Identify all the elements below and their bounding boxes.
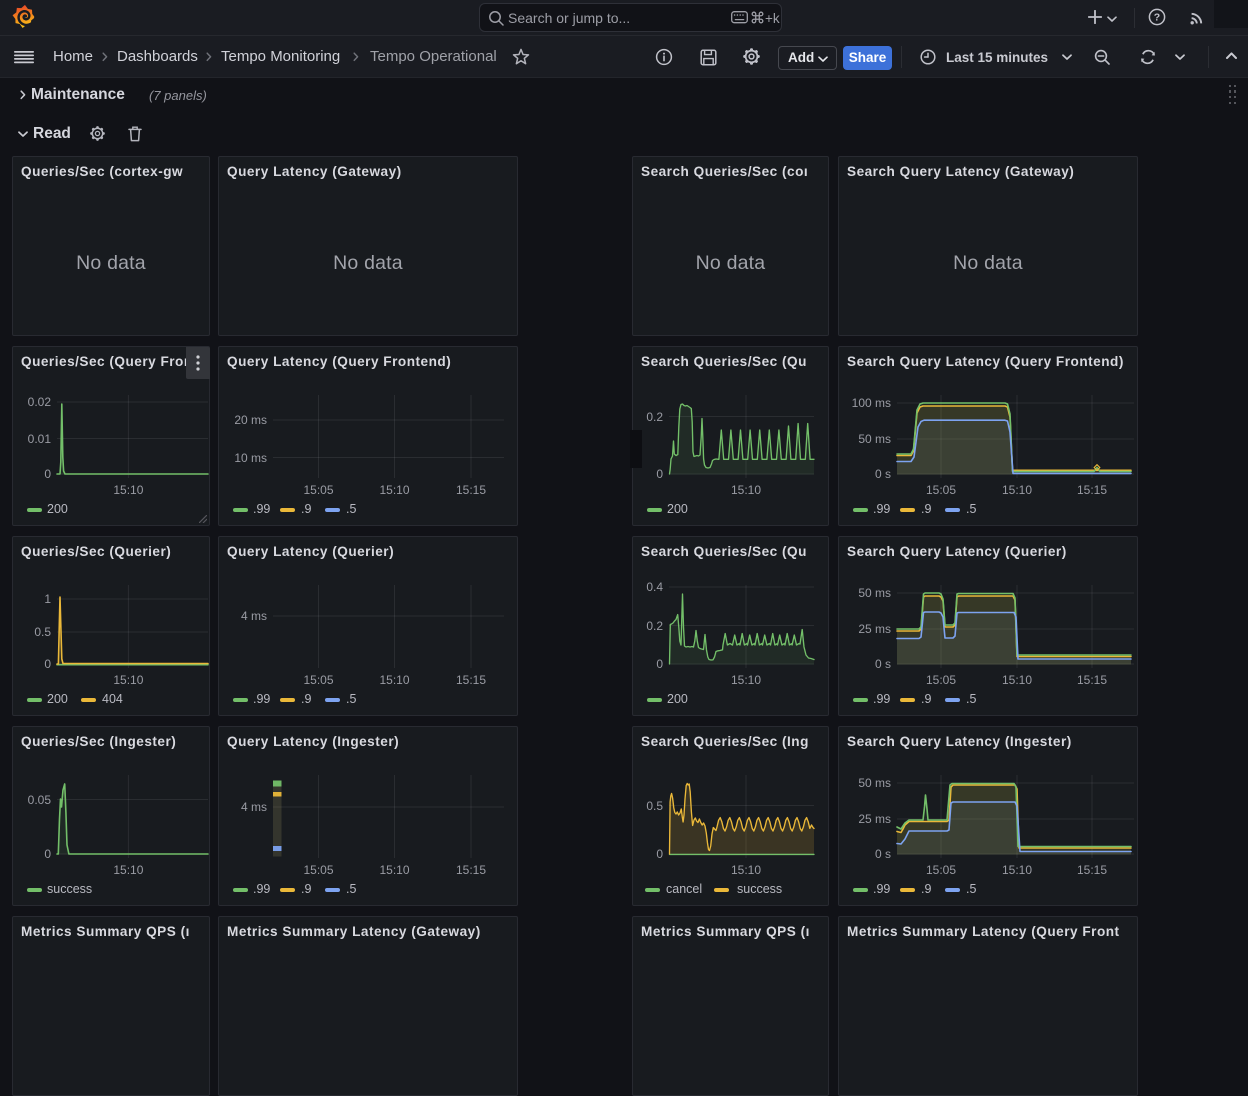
svg-text:?: ? (1154, 12, 1160, 24)
